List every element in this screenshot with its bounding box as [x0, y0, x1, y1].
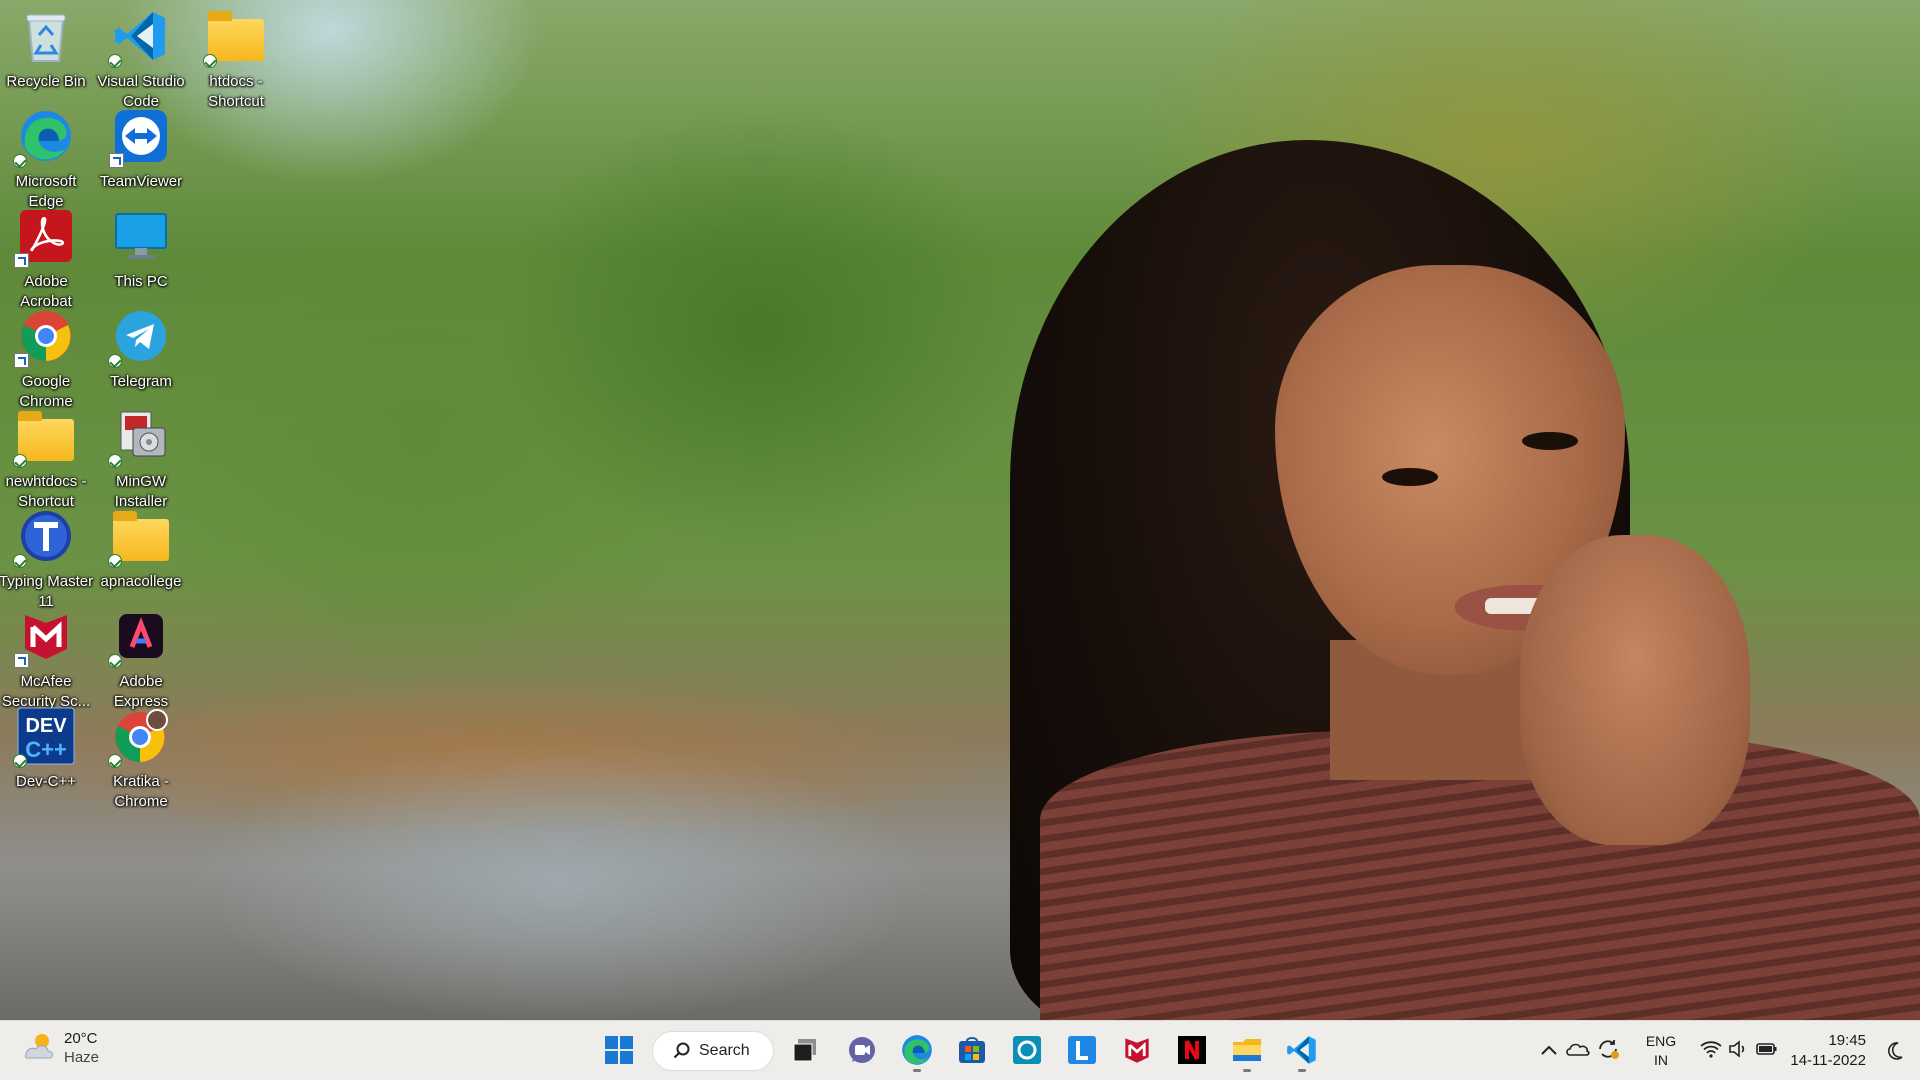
folder-icon: [1233, 1039, 1261, 1061]
monitor-icon: [111, 206, 171, 266]
chat-button[interactable]: [839, 1027, 885, 1073]
battery-icon[interactable]: [1756, 1041, 1784, 1061]
sync-check-badge: [108, 54, 122, 68]
desktop-icon-htdocs-shortcut[interactable]: htdocs - Shortcut: [190, 0, 282, 118]
weather-text: 20°C Haze: [64, 1029, 99, 1067]
circle-app-button[interactable]: [1004, 1027, 1050, 1073]
telegram-icon: [108, 306, 171, 368]
start-button[interactable]: [596, 1027, 642, 1073]
running-indicator: [1243, 1069, 1251, 1072]
recycle-bin-icon: [16, 6, 76, 66]
shortcut-arrow-badge: [109, 153, 124, 168]
typingmaster-icon: [13, 506, 76, 568]
teamviewer-icon: [109, 106, 171, 168]
svg-text:C++: C++: [25, 737, 67, 762]
folder-icon: [108, 506, 171, 568]
desktop-icon-label: htdocs - Shortcut: [208, 73, 264, 110]
l-app-icon: [1068, 1036, 1096, 1064]
taskbar-clock[interactable]: 19:45 14-11-2022: [1790, 1031, 1866, 1071]
mcafee-icon: [14, 606, 76, 668]
weather-widget[interactable]: 20°C Haze: [22, 1029, 99, 1067]
adobe-express-icon: [108, 606, 171, 668]
vscode-icon: [108, 6, 171, 68]
taskbar-edge-button[interactable]: [894, 1027, 940, 1073]
acrobat-icon: [14, 206, 76, 268]
clock-date: 14-11-2022: [1790, 1052, 1866, 1069]
vscode-icon: [1287, 1036, 1316, 1064]
running-indicator: [913, 1069, 921, 1072]
sync-check-badge: [108, 554, 122, 568]
desktop-icon-label: Kratika - Chrome: [113, 773, 169, 810]
onedrive-cloud-icon[interactable]: [1566, 1041, 1596, 1061]
mcafee-icon: [1125, 1038, 1149, 1063]
devcpp-icon: DEV C++: [13, 706, 76, 768]
installer-icon: [108, 406, 171, 468]
svg-text:DEV: DEV: [25, 715, 67, 737]
desktop-icon-label: Recycle Bin: [6, 73, 86, 90]
system-tray: ENG IN: [1540, 1021, 1784, 1081]
sync-check-badge: [108, 354, 122, 368]
desktop-icon-label: Dev-C++: [15, 773, 77, 790]
notification-moon-icon[interactable]: [1886, 1041, 1904, 1066]
taskbar-search[interactable]: Search: [652, 1031, 774, 1071]
chrome-profile-icon: [108, 706, 171, 768]
task-view-icon: [793, 1039, 816, 1062]
weather-condition: Haze: [64, 1049, 100, 1066]
desktop-icon-label: Telegram: [110, 373, 172, 390]
folder-icon: [203, 6, 266, 68]
search-label: Search: [699, 1042, 750, 1059]
desktop-icon-label: apnacollege: [100, 573, 182, 590]
search-icon: [673, 1042, 690, 1059]
sync-check-badge: [108, 654, 122, 668]
weather-haze-icon: [22, 1031, 56, 1066]
chevron-up-icon[interactable]: [1540, 1043, 1566, 1060]
sync-check-badge: [203, 54, 217, 68]
sync-check-badge: [108, 454, 122, 468]
taskbar-mcafee-button[interactable]: [1114, 1027, 1160, 1073]
language-line2: IN: [1654, 1052, 1668, 1068]
sync-check-badge: [13, 754, 27, 768]
shortcut-arrow-badge: [14, 653, 29, 668]
volume-icon[interactable]: [1728, 1040, 1756, 1062]
edge-icon: [13, 106, 76, 168]
store-icon: [959, 1037, 985, 1063]
running-indicator: [1298, 1069, 1306, 1072]
sync-check-badge: [13, 154, 27, 168]
edge-icon: [902, 1035, 932, 1065]
desktop-icon-dev-cpp[interactable]: DEV C++ Dev-C++: [0, 700, 92, 818]
desktop-icon-label: TeamViewer: [99, 173, 183, 190]
desktop-icon-label: This PC: [114, 273, 168, 290]
taskbar: 20°C Haze Search ENG IN 19:45 14-11-2022: [0, 1020, 1920, 1080]
sync-check-badge: [13, 454, 27, 468]
clock-time: 19:45: [1828, 1032, 1866, 1049]
windows-start-icon: [605, 1036, 633, 1064]
netflix-button[interactable]: [1169, 1027, 1215, 1073]
wallpaper-eye-left: [1382, 468, 1438, 486]
desktop-icon-kratika-chrome[interactable]: Kratika - Chrome: [95, 700, 187, 818]
chrome-icon: [14, 306, 76, 368]
store-button[interactable]: [949, 1027, 995, 1073]
sync-check-badge: [108, 754, 122, 768]
circle-app-icon: [1013, 1036, 1041, 1064]
shortcut-arrow-badge: [14, 253, 29, 268]
teams-chat-icon: [849, 1037, 875, 1063]
sync-update-icon[interactable]: [1596, 1038, 1632, 1064]
language-line1: ENG: [1645, 1033, 1677, 1049]
language-indicator[interactable]: ENG IN: [1632, 1032, 1690, 1070]
shortcut-arrow-badge: [14, 353, 29, 368]
netflix-icon: [1178, 1036, 1206, 1064]
file-explorer-button[interactable]: [1224, 1027, 1270, 1073]
weather-temp: 20°C: [64, 1030, 98, 1047]
folder-icon: [13, 406, 76, 468]
l-app-button[interactable]: [1059, 1027, 1105, 1073]
wallpaper-eye-right: [1522, 432, 1578, 450]
sync-check-badge: [13, 554, 27, 568]
wallpaper-hand: [1520, 535, 1750, 845]
desktop-wallpaper: Recycle Bin Microsoft Edge Adobe Acrobat: [0, 0, 1920, 1020]
wifi-icon[interactable]: [1700, 1040, 1728, 1062]
taskbar-vscode-button[interactable]: [1279, 1027, 1325, 1073]
task-view-button[interactable]: [782, 1027, 828, 1073]
